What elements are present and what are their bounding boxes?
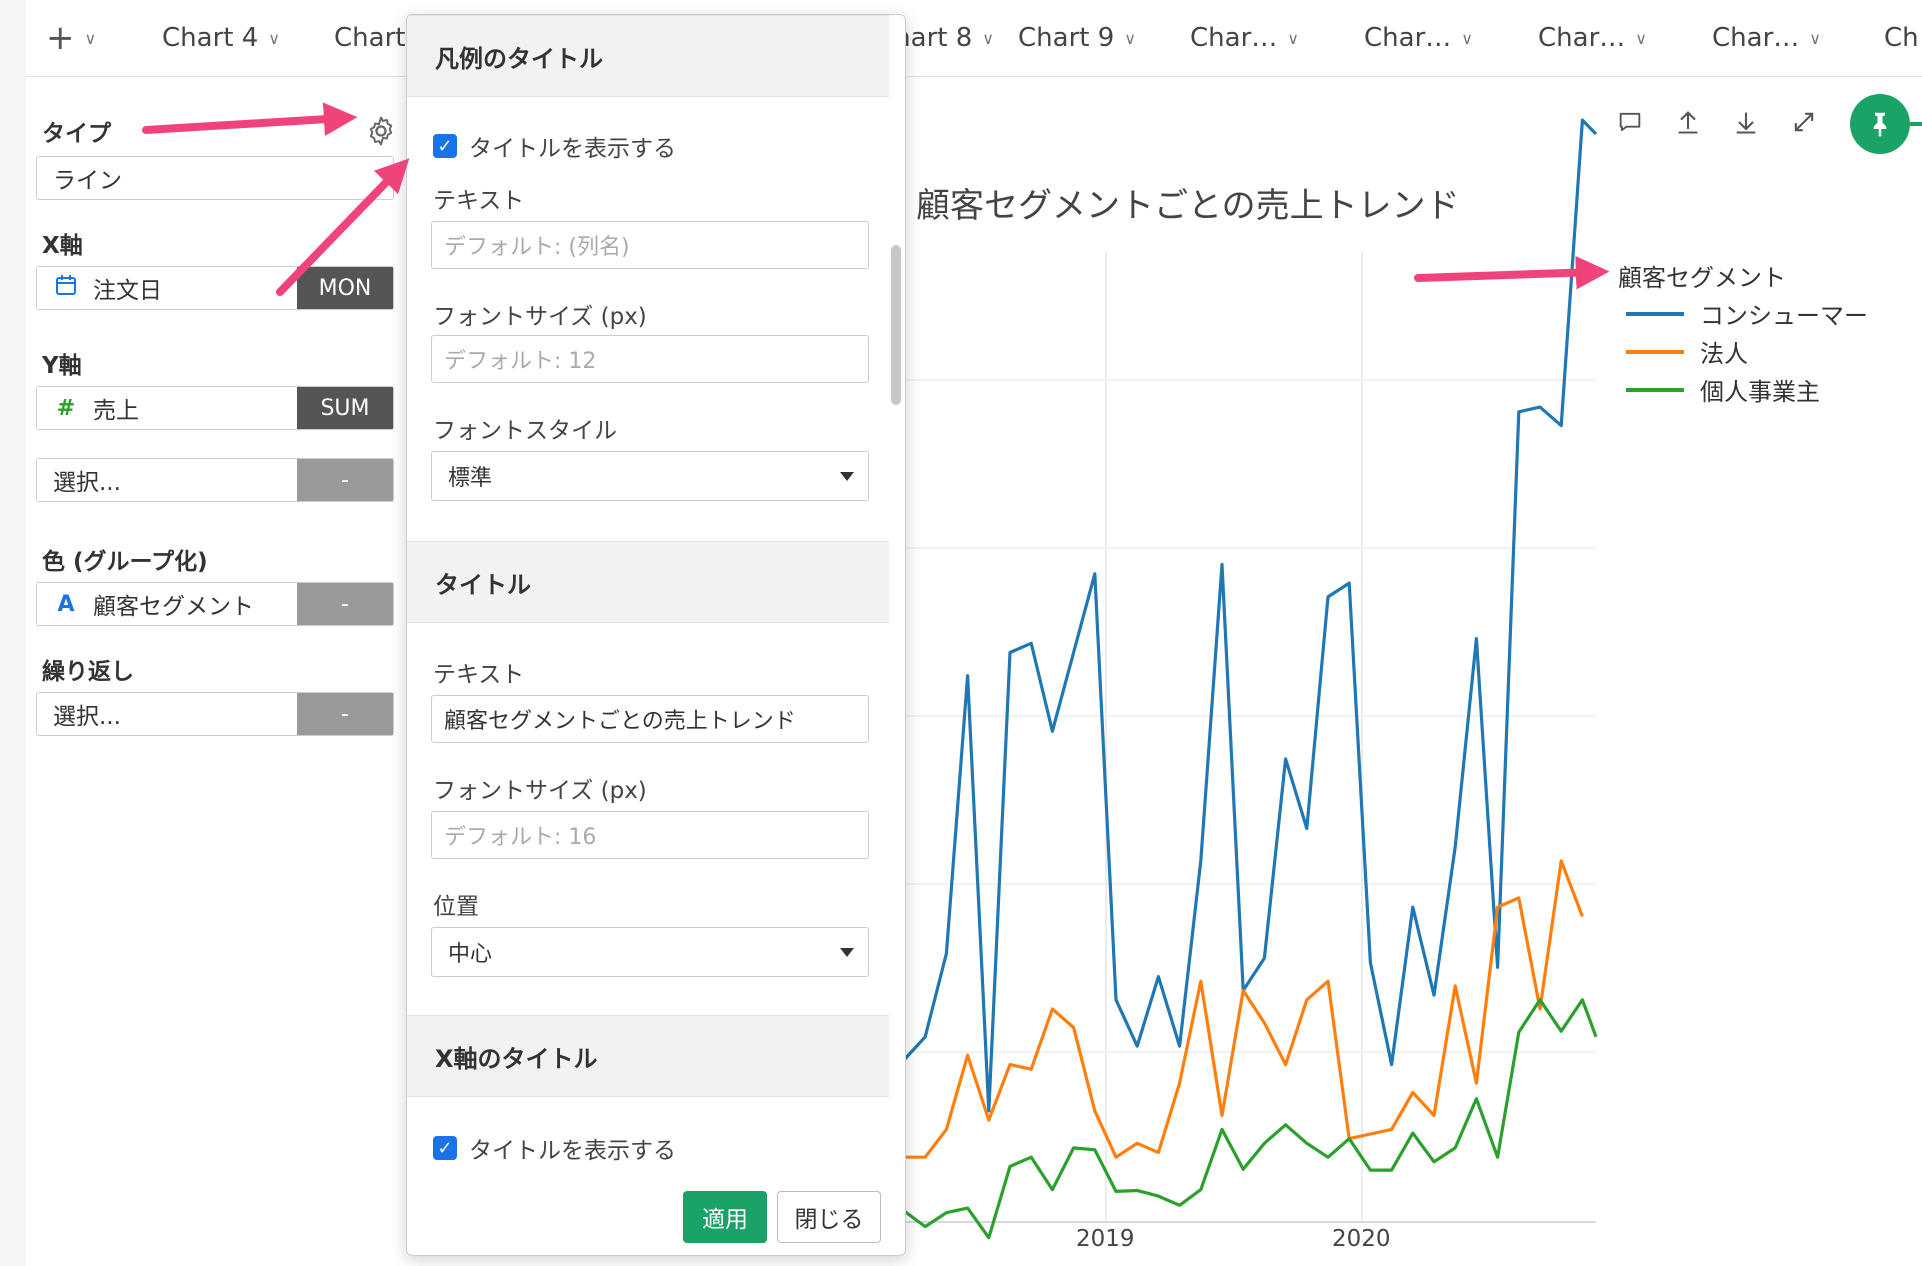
title-text-label: テキスト — [433, 662, 525, 688]
xaxis-title-section-header: X軸のタイトル — [407, 1015, 889, 1097]
chart-plot — [902, 118, 1598, 1240]
checkbox-checked-icon: ✓ — [433, 1136, 457, 1160]
legend-title-section-header: 凡例のタイトル — [407, 15, 889, 97]
caret-down-icon — [840, 472, 854, 481]
title-font-size-input[interactable]: デフォルト: 16 — [431, 811, 869, 859]
caret-down-icon — [840, 948, 854, 957]
legend-item[interactable]: コンシューマー — [1626, 296, 1868, 331]
xaxis-show-title-checkbox[interactable]: ✓ タイトルを表示する — [433, 1131, 676, 1165]
title-font-size-label: フォントサイズ (px) — [433, 778, 647, 804]
legend-font-size-input[interactable]: デフォルト: 12 — [431, 335, 869, 383]
legend-swatch — [1626, 311, 1684, 316]
legend-swatch — [1626, 387, 1684, 392]
popup-scrollbar[interactable] — [891, 245, 901, 405]
legend-font-style-select[interactable]: 標準 — [431, 451, 869, 501]
legend-item[interactable]: 個人事業主 — [1626, 372, 1820, 407]
title-position-select[interactable]: 中心 — [431, 927, 869, 977]
legend-font-style-label: フォントスタイル — [433, 418, 617, 444]
legend-swatch — [1626, 349, 1684, 354]
title-section-header: タイトル — [407, 541, 889, 623]
legend-font-size-label: フォントサイズ (px) — [433, 304, 647, 330]
title-text-input[interactable]: 顧客セグメントごとの売上トレンド — [431, 695, 869, 743]
x-tick-label: 2020 — [1332, 1226, 1391, 1252]
title-position-label: 位置 — [433, 894, 479, 920]
legend-text-input[interactable]: デフォルト: (列名) — [431, 221, 869, 269]
legend-item[interactable]: 法人 — [1626, 334, 1748, 369]
legend-title: 顧客セグメント — [1618, 264, 1786, 292]
app-window: + ∨ Chart 4∨ Chart 5∨ Chart 8∨ Chart 9∨ … — [0, 0, 1922, 1266]
legend-show-title-checkbox[interactable]: ✓ タイトルを表示する — [433, 129, 676, 163]
series-line-2 — [903, 998, 1598, 1240]
legend-text-label: テキスト — [433, 188, 525, 214]
apply-button[interactable]: 適用 — [683, 1191, 767, 1243]
close-button[interactable]: 閉じる — [777, 1191, 881, 1243]
chart-settings-popup: 凡例のタイトル ✓ タイトルを表示する テキスト デフォルト: (列名) フォン… — [406, 14, 906, 1256]
checkbox-checked-icon: ✓ — [433, 134, 457, 158]
x-tick-label: 2019 — [1076, 1226, 1135, 1252]
